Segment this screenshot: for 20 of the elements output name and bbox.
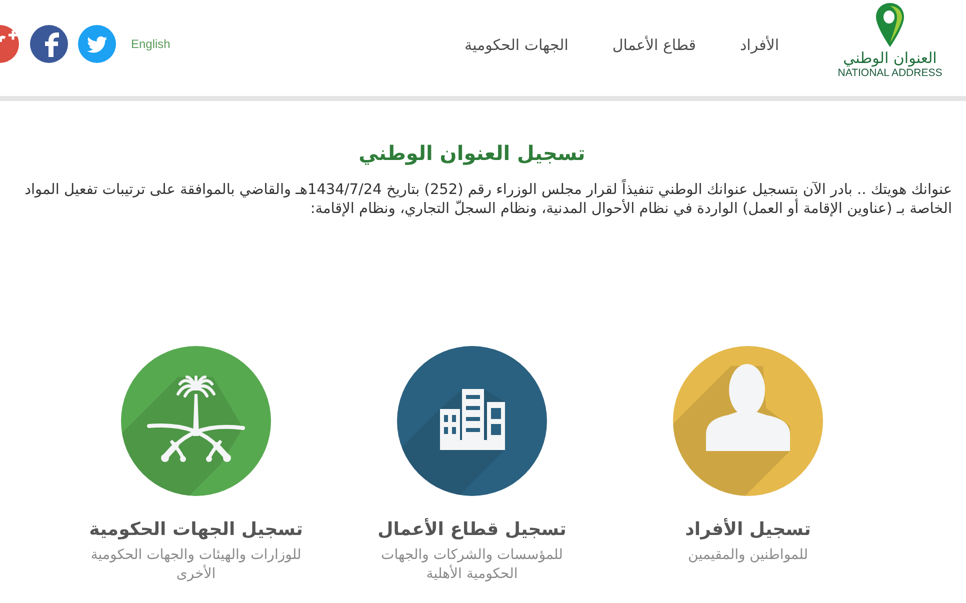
palm-swords-emblem-icon[interactable] [121, 346, 271, 496]
plus-icon[interactable] [0, 25, 20, 63]
intro-paragraph: عنوانك هويتك .. بادر الآن بتسجيل عنوانك الوطني تنفيذاً لقرار مجلس الوزراء رقم (252) بتاريخ 1434/7/24هـ والقاضي بالموافقة على ترتيبات تفعيل المواد الخاصة بـ (عناوين الإقامة أو العمل) الواردة في نظام الأحوال المدنية، ونظام السجلّ التجاري، ونظام الإقامة: [0, 181, 966, 219]
person-bust-icon[interactable] [673, 346, 823, 496]
nav-link[interactable]: قطاع الأعمال [612, 34, 696, 56]
card-title-link[interactable]: تسجيل الأفراد [685, 518, 811, 542]
page-heading: تسجيل العنوان الوطني [358, 140, 586, 167]
card-subtitle: للوزارات والهيئات والجهات الحكومية الأخرى [90, 546, 302, 584]
office-buildings-icon[interactable] [397, 346, 547, 496]
card-subtitle: للمؤسسات والشركات والجهات الحكومية الأهلية [380, 546, 564, 584]
letter-f-icon[interactable] [30, 25, 68, 63]
logo-arabic-text: العنوان الوطني [843, 49, 937, 67]
nav-link[interactable]: الجهات الحكومية [464, 34, 568, 56]
map-pin-icon [875, 3, 905, 47]
bird-icon[interactable] [78, 25, 116, 63]
card-title-link[interactable]: تسجيل الجهات الحكومية [89, 518, 303, 542]
logo-english-text: NATIONAL ADDRESS [838, 67, 942, 79]
card-title-link[interactable]: تسجيل قطاع الأعمال [378, 518, 566, 542]
nav-link[interactable]: الأفراد [740, 34, 779, 56]
card-subtitle: للمواطنين والمقيمين [686, 546, 810, 565]
